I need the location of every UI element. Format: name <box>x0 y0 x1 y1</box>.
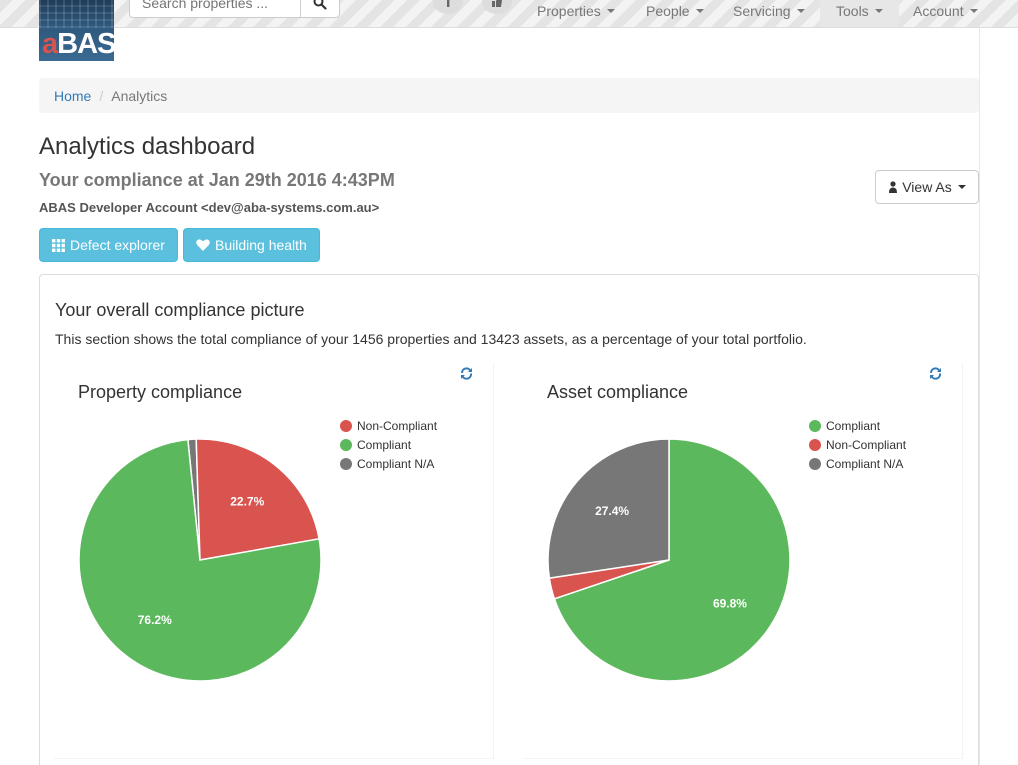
abas-logo[interactable]: aBAS <box>39 0 114 61</box>
nav-menu-label: Account <box>913 3 964 19</box>
legend-item[interactable]: Compliant <box>340 435 437 454</box>
heart-icon <box>196 239 210 251</box>
panel-description: This section shows the total compliance … <box>55 331 807 347</box>
asset-compliance-title: Asset compliance <box>547 382 689 402</box>
view-as-label: View As <box>902 179 952 195</box>
property-compliance-title: Property compliance <box>78 382 243 402</box>
legend-swatch <box>809 457 821 470</box>
pie-data-label: 69.8% <box>713 597 747 611</box>
breadcrumb-separator: / <box>99 87 104 104</box>
legend-swatch <box>809 438 821 451</box>
defect-explorer-label: Defect explorer <box>70 237 165 253</box>
caret-down-icon <box>874 9 883 13</box>
logo-building-graphic <box>39 0 114 28</box>
legend-label: Compliant <box>826 418 881 433</box>
building-health-button[interactable]: Building health <box>183 228 320 262</box>
page-right-border <box>979 28 980 765</box>
defect-explorer-button[interactable]: Defect explorer <box>39 228 178 262</box>
search-button[interactable] <box>300 0 340 18</box>
nav-menu-label: Properties <box>537 3 601 19</box>
nav-menu-label: Tools <box>836 3 869 19</box>
legend-swatch <box>340 438 352 451</box>
pie-data-label: 22.7% <box>230 495 264 509</box>
legend-label: Non-Compliant <box>357 418 438 433</box>
caret-down-icon <box>606 9 615 13</box>
breadcrumb-home-link[interactable]: Home <box>54 88 91 104</box>
top-navbar: Properties People Servicing Tools Accoun… <box>0 0 1018 28</box>
legend-item[interactable]: Non-Compliant <box>809 435 906 454</box>
page-title: Analytics dashboard <box>39 133 256 160</box>
caret-down-icon <box>969 9 978 13</box>
search-input[interactable] <box>130 0 300 17</box>
property-compliance-pie: 22.7% 76.2% <box>78 438 322 682</box>
search-icon <box>313 0 327 10</box>
legend-label: Compliant N/A <box>357 456 435 471</box>
legend-item[interactable]: Compliant N/A <box>340 454 437 473</box>
legend-swatch <box>340 419 352 432</box>
thumbs-up-icon[interactable] <box>482 0 512 14</box>
caret-down-icon <box>695 9 704 13</box>
legend-item[interactable]: Compliant <box>809 416 906 435</box>
pie-data-label: 27.4% <box>595 504 629 518</box>
caret-down-icon <box>796 9 805 13</box>
legend-swatch <box>809 419 821 432</box>
nav-menu-properties[interactable]: Properties <box>521 0 631 27</box>
compliance-timestamp: Your compliance at Jan 29th 2016 4:43PM <box>39 170 395 190</box>
asset-compliance-legend: Compliant Non-Compliant Compliant N/A <box>809 416 906 473</box>
search-field-wrapper <box>129 0 301 18</box>
nav-menu-people[interactable]: People <box>630 0 720 27</box>
panel-title: Your overall compliance picture <box>55 300 305 320</box>
view-as-dropdown[interactable]: View As <box>875 170 979 204</box>
legend-label: Non-Compliant <box>826 437 907 452</box>
account-label: ABAS Developer Account <dev@aba-systems.… <box>39 200 380 215</box>
nav-menu-label: People <box>646 3 690 19</box>
nav-menu-account[interactable]: Account <box>897 0 994 27</box>
info-icon[interactable] <box>433 0 463 14</box>
grid-icon <box>52 238 65 252</box>
building-health-label: Building health <box>215 237 307 253</box>
nav-menu-label: Servicing <box>733 3 791 19</box>
pie-data-label: 76.2% <box>138 613 172 627</box>
breadcrumb-current: Analytics <box>111 87 168 104</box>
legend-item[interactable]: Non-Compliant <box>340 416 437 435</box>
legend-item[interactable]: Compliant N/A <box>809 454 906 473</box>
breadcrumb: Home / Analytics <box>39 78 979 113</box>
refresh-icon[interactable] <box>929 367 942 383</box>
property-compliance-legend: Non-Compliant Compliant Compliant N/A <box>340 416 437 473</box>
legend-swatch <box>340 457 352 470</box>
asset-compliance-pie: 69.8% 27.4% <box>547 438 791 682</box>
nav-menu-tools[interactable]: Tools <box>820 0 899 27</box>
legend-label: Compliant <box>357 437 412 452</box>
user-icon <box>889 180 898 193</box>
legend-label: Compliant N/A <box>826 456 904 471</box>
refresh-icon[interactable] <box>460 367 473 383</box>
caret-down-icon <box>957 185 966 189</box>
logo-text: aBAS <box>42 28 114 60</box>
nav-menu-servicing[interactable]: Servicing <box>717 0 821 27</box>
